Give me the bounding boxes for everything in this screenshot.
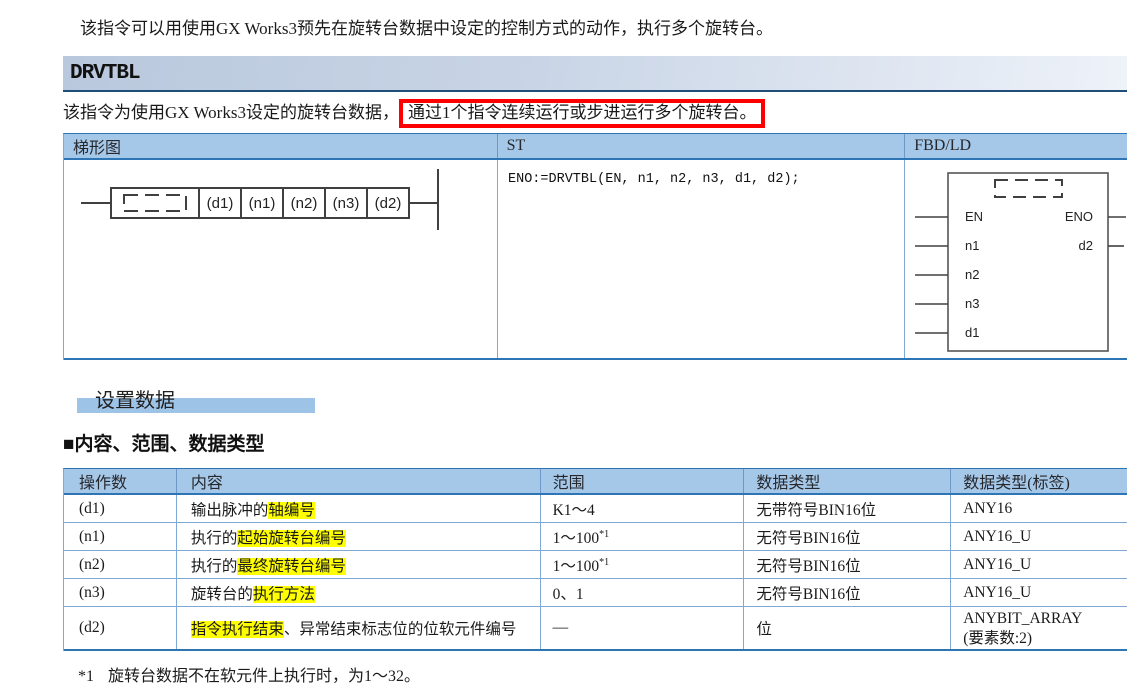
- range-cell: 0、1: [541, 579, 745, 606]
- ladder-diagram-cell: (d1) (n1) (n2) (n3) (d2): [64, 160, 498, 358]
- data-type-cell: 无带符号BIN16位: [744, 495, 951, 522]
- fbd-output-d2: d2: [1079, 238, 1093, 253]
- footnote-marker: *1: [78, 668, 94, 685]
- header-content: 内容: [177, 469, 541, 493]
- content-cell: 执行的起始旋转台编号: [177, 523, 541, 550]
- table-row: (d2)指令执行结束、异常结束标志位的位软元件编号—位ANYBIT_ARRAY(…: [64, 607, 1127, 651]
- data-type-label-cell: ANY16_U: [951, 523, 1127, 550]
- header-fbdld: FBD/LD: [905, 134, 1127, 158]
- fbd-input-n1: n1: [965, 238, 979, 253]
- header-data-type-label: 数据类型(标签): [951, 469, 1127, 493]
- description-paragraph: 该指令为使用GX Works3设定的旋转台数据，通过1个指令连续运行或步进运行多…: [63, 98, 765, 128]
- range-cell: K1～4: [541, 495, 745, 522]
- fbd-input-d1: d1: [965, 325, 979, 340]
- st-code: ENO:=DRVTBL(EN, n1, n2, n3, d1, d2);: [498, 160, 800, 187]
- table-row: (n2)执行的最终旋转台编号1～100*1无符号BIN16位ANY16_U: [64, 551, 1127, 579]
- data-type-cell: 无符号BIN16位: [744, 523, 951, 550]
- footnote-reference: *1: [599, 528, 609, 539]
- table-row: (n1)执行的起始旋转台编号1～100*1无符号BIN16位ANY16_U: [64, 523, 1127, 551]
- ladder-diagram: (d1) (n1) (n2) (n3) (d2): [64, 160, 497, 360]
- section-heading-text: 设置数据: [95, 384, 175, 413]
- intro-paragraph: 该指令可以用使用GX Works3预先在旋转台数据中设定的控制方式的动作，执行多…: [80, 14, 773, 39]
- fbd-input-en: EN: [965, 209, 983, 224]
- ladder-operand-n2: (n2): [291, 195, 318, 212]
- fbd-name-placeholder-icon: [995, 180, 1062, 197]
- operand-cell: (n2): [64, 551, 177, 578]
- operand-cell: (d1): [64, 495, 177, 522]
- language-representation-table: 梯形图 ST FBD/LD (d1) (n1): [63, 133, 1127, 360]
- fbd-input-n2: n2: [965, 267, 979, 282]
- fbd-input-n3: n3: [965, 296, 979, 311]
- manual-page: 该指令可以用使用GX Works3预先在旋转台数据中设定的控制方式的动作，执行多…: [0, 0, 1127, 697]
- table-row: (d1)输出脉冲的轴编号K1～4无带符号BIN16位ANY16: [64, 495, 1127, 523]
- data-type-label-cell: ANY16_U: [951, 579, 1127, 606]
- fbd-block-diagram: EN n1 n2 n3 d1 ENO d2: [905, 160, 1127, 360]
- ladder-operand-n1: (n1): [249, 195, 276, 212]
- red-emphasis-box: 通过1个指令连续运行或步进运行多个旋转台。: [399, 99, 766, 128]
- footnote-text: 旋转台数据不在软元件上执行时，为1～32。: [108, 668, 420, 685]
- content-cell: 指令执行结束、异常结束标志位的位软元件编号: [177, 607, 541, 649]
- fbd-output-eno: ENO: [1065, 209, 1093, 224]
- operand-table-header-row: 操作数 内容 范围 数据类型 数据类型(标签): [64, 469, 1127, 495]
- data-type-cell: 无符号BIN16位: [744, 579, 951, 606]
- header-st: ST: [498, 134, 906, 158]
- operand-cell: (n1): [64, 523, 177, 550]
- ladder-operand-d1: (d1): [207, 195, 234, 212]
- highlighted-text: 起始旋转台编号: [237, 530, 346, 547]
- fbd-diagram-cell: EN n1 n2 n3 d1 ENO d2: [905, 160, 1127, 358]
- operand-table-body: (d1)输出脉冲的轴编号K1～4无带符号BIN16位ANY16(n1)执行的起始…: [64, 495, 1127, 651]
- data-type-cell: 无符号BIN16位: [744, 551, 951, 578]
- data-type-cell: 位: [744, 607, 951, 649]
- subheading-content-range-datatype: ■内容、范围、数据类型: [63, 429, 264, 456]
- section-heading-setting-data: 设置数据: [63, 384, 323, 414]
- language-table-body-row: (d1) (n1) (n2) (n3) (d2) ENO:=DRVTBL(EN,…: [64, 160, 1127, 360]
- header-range: 范围: [541, 469, 745, 493]
- header-ladder: 梯形图: [64, 134, 498, 158]
- footnote: *1 旋转台数据不在软元件上执行时，为1～32。: [78, 662, 420, 686]
- content-cell: 执行的最终旋转台编号: [177, 551, 541, 578]
- description-plain: 该指令为使用GX Works3设定的旋转台数据，: [63, 103, 399, 122]
- operand-cell: (n3): [64, 579, 177, 606]
- highlighted-text: 指令执行结束: [191, 621, 284, 638]
- content-cell: 旋转台的执行方法: [177, 579, 541, 606]
- ladder-operand-d2: (d2): [375, 195, 402, 212]
- data-type-label-cell: ANY16: [951, 495, 1127, 522]
- ladder-operand-n3: (n3): [333, 195, 360, 212]
- st-code-cell: ENO:=DRVTBL(EN, n1, n2, n3, d1, d2);: [498, 160, 905, 358]
- highlighted-text: 最终旋转台编号: [237, 558, 346, 575]
- data-type-label-cell: ANYBIT_ARRAY(要素数:2): [951, 607, 1127, 649]
- highlighted-text: 执行方法: [253, 586, 315, 603]
- highlighted-text: 轴编号: [268, 502, 315, 519]
- range-cell: —: [541, 607, 745, 649]
- operand-table: 操作数 内容 范围 数据类型 数据类型(标签) (d1)输出脉冲的轴编号K1～4…: [63, 468, 1127, 651]
- range-cell: 1～100*1: [541, 523, 745, 550]
- data-type-label-cell: ANY16_U: [951, 551, 1127, 578]
- content-cell: 输出脉冲的轴编号: [177, 495, 541, 522]
- header-operand: 操作数: [64, 469, 177, 493]
- table-row: (n3)旋转台的执行方法0、1无符号BIN16位ANY16_U: [64, 579, 1127, 607]
- instruction-title: DRVTBL: [63, 62, 140, 85]
- instruction-header-band: DRVTBL: [63, 56, 1127, 92]
- language-table-header-row: 梯形图 ST FBD/LD: [64, 134, 1127, 160]
- range-cell: 1～100*1: [541, 551, 745, 578]
- footnote-reference: *1: [599, 556, 609, 567]
- header-data-type: 数据类型: [744, 469, 951, 493]
- operand-cell: (d2): [64, 607, 177, 649]
